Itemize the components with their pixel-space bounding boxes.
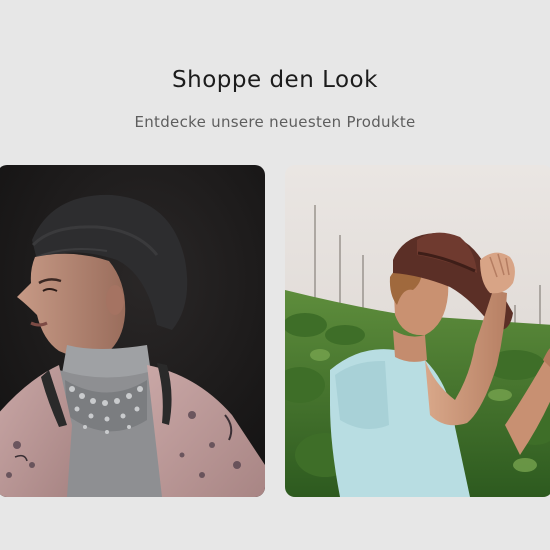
section-header: Shoppe den Look Entdecke unsere neuesten… (0, 58, 550, 134)
section-title: Shoppe den Look (172, 67, 378, 93)
product-card-1[interactable] (0, 165, 265, 497)
product-carousel[interactable] (0, 165, 550, 497)
section-subtitle: Entdecke unsere neuesten Produkte (134, 113, 416, 131)
woman-beanie-necklace-photo[interactable] (0, 165, 265, 497)
shop-the-look-section: Shoppe den Look Entdecke unsere neuesten… (0, 0, 550, 550)
man-hat-field-photo[interactable] (285, 165, 550, 497)
product-card-2[interactable] (285, 165, 550, 497)
